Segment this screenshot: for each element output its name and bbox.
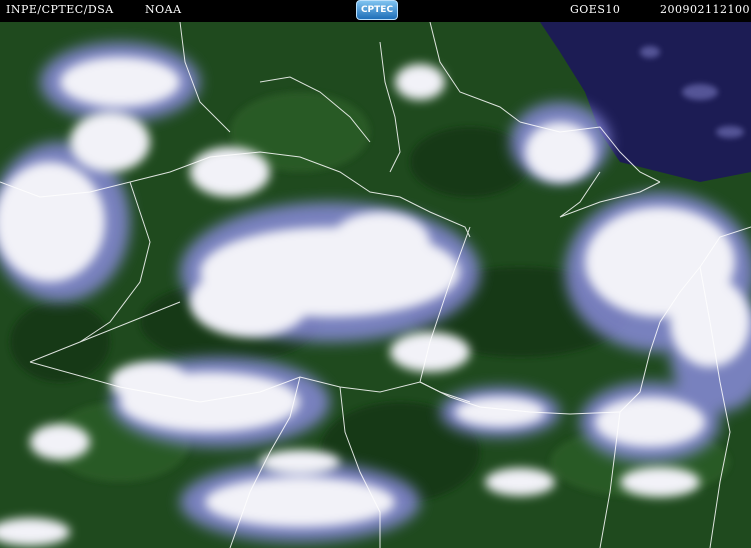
cptec-logo-icon: CPTEC xyxy=(356,0,398,20)
timestamp-label: 200902112100 xyxy=(660,3,750,16)
satellite-viewer: INPE/CPTEC/DSA NOAA CPTEC GOES10 2009021… xyxy=(0,0,751,548)
header-bar: INPE/CPTEC/DSA NOAA CPTEC GOES10 2009021… xyxy=(0,0,751,22)
source-label: INPE/CPTEC/DSA xyxy=(6,3,114,16)
logo-text: CPTEC xyxy=(360,5,394,15)
satellite-image xyxy=(0,22,751,548)
satellite-label: GOES10 xyxy=(570,3,621,16)
agency-label: NOAA xyxy=(145,3,182,16)
